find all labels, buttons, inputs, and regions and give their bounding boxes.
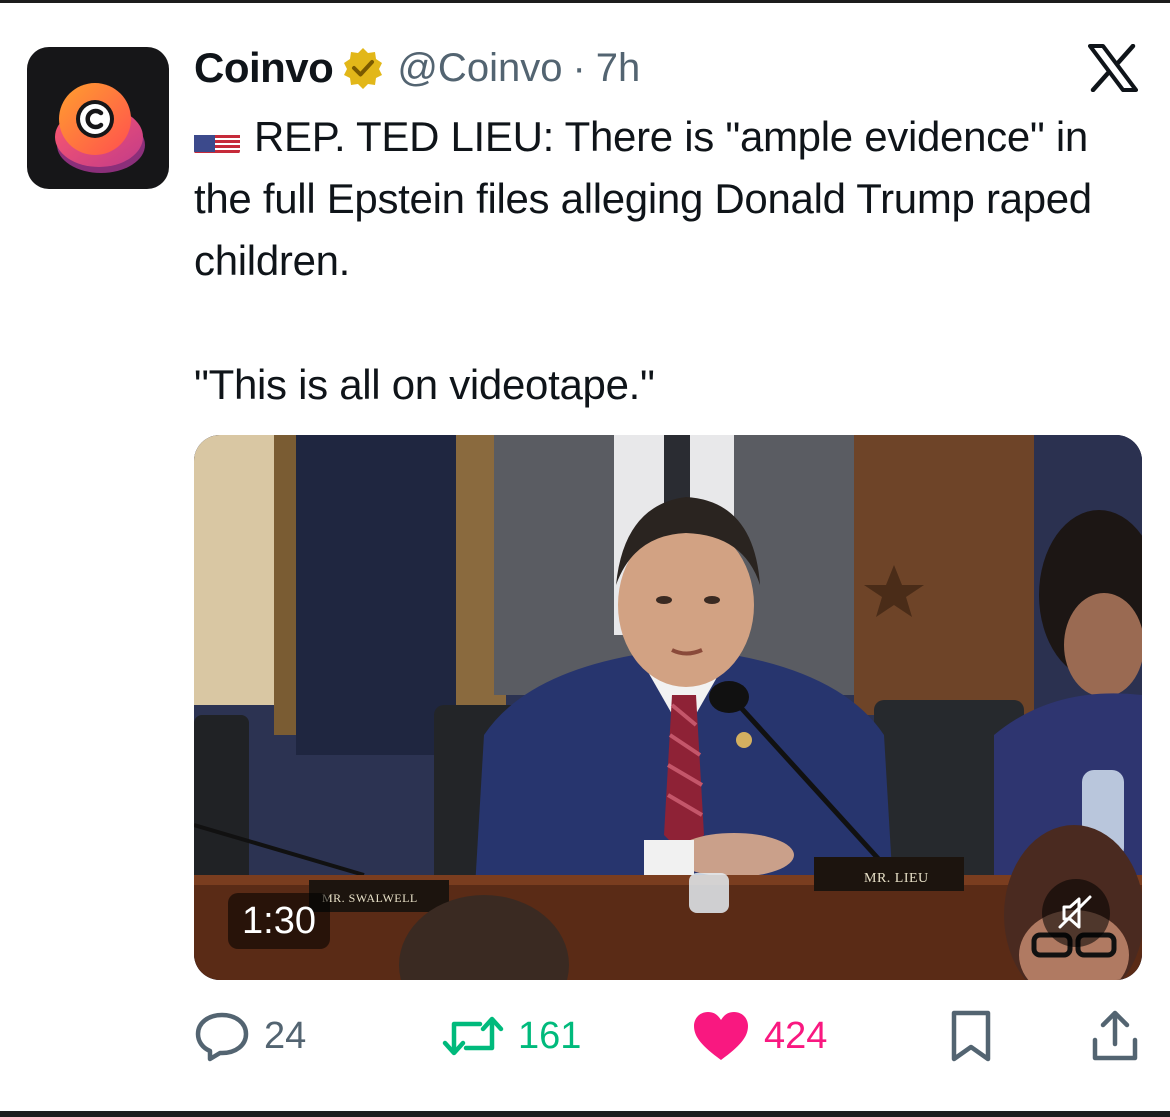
author-handle[interactable]: @Coinvo [397, 46, 562, 91]
bookmark-icon [951, 1010, 991, 1062]
share-button[interactable] [1090, 1006, 1140, 1066]
bookmark-button[interactable] [948, 1006, 994, 1066]
retweet-count: 161 [518, 1014, 582, 1057]
gold-verified-icon [344, 48, 383, 89]
bottom-border [0, 1111, 1170, 1117]
tweet-text: REP. TED LIEU: There is "ample evidence"… [194, 106, 1154, 416]
reply-button[interactable]: 24 [194, 1006, 306, 1066]
muted-speaker-icon [1058, 895, 1092, 929]
action-bar: 24 161 424 [194, 1006, 1142, 1066]
tweet-paragraph-1: REP. TED LIEU: There is "ample evidence"… [194, 106, 1154, 292]
us-flag-icon [194, 122, 240, 154]
coinvo-logo-icon [55, 83, 145, 173]
retweet-icon [442, 1016, 504, 1056]
author-name[interactable]: Coinvo [194, 44, 334, 92]
video-duration: 1:30 [228, 893, 330, 949]
video-player[interactable]: MR. LIEU MR. SWALWELL 1:30 [194, 435, 1142, 980]
retweet-button[interactable]: 161 [442, 1006, 581, 1066]
separator-dot: · [572, 45, 586, 90]
top-border [0, 0, 1170, 3]
x-logo-icon [1088, 44, 1138, 92]
nameplate-left: MR. SWALWELL [322, 891, 418, 905]
reply-icon [195, 1012, 249, 1062]
post-time[interactable]: 7h [596, 46, 641, 91]
avatar[interactable] [27, 47, 169, 189]
tweet-header: Coinvo @Coinvo · 7h [194, 42, 640, 94]
like-count: 424 [764, 1014, 828, 1057]
nameplate-main: MR. LIEU [864, 871, 929, 886]
heart-icon [694, 1012, 748, 1060]
like-button[interactable]: 424 [692, 1006, 827, 1066]
tweet-paragraph-2: "This is all on videotape." [194, 361, 655, 408]
tweet-line-1: REP. TED LIEU: There is "ample evidence"… [194, 113, 1092, 284]
reply-count: 24 [264, 1014, 307, 1057]
mute-button[interactable] [1042, 879, 1110, 947]
share-icon [1092, 1010, 1138, 1061]
